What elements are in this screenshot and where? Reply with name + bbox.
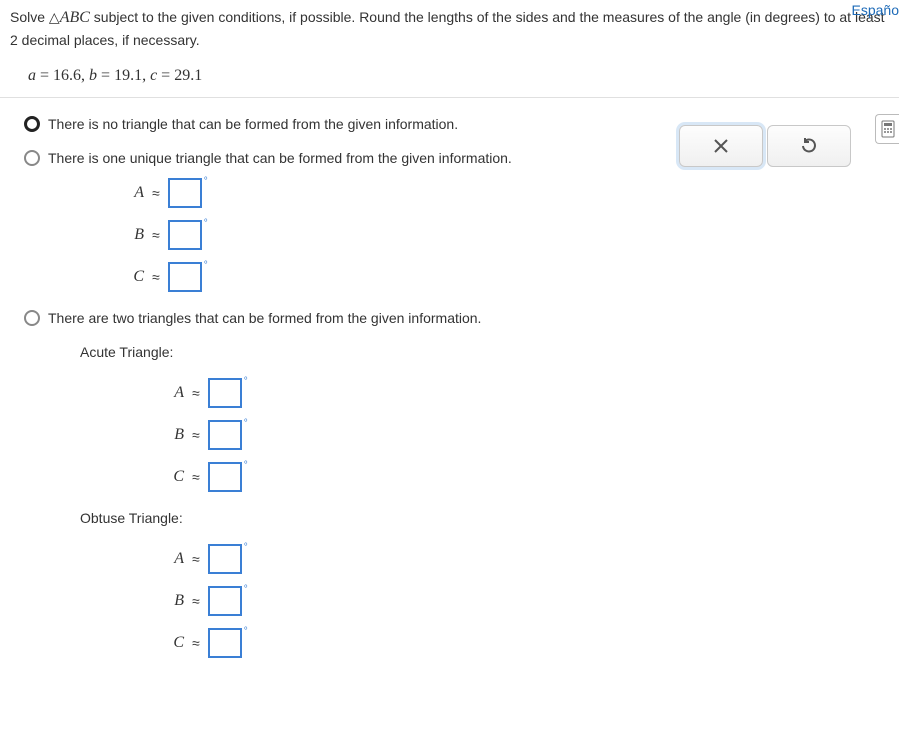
input-one-A[interactable]: [168, 178, 202, 208]
acute-C-row: C ≈ °: [170, 462, 879, 492]
degree-mark: °: [204, 260, 208, 271]
b-eq: =: [97, 67, 114, 84]
approx-symbol: ≈: [152, 269, 160, 285]
obtuse-heading: Obtuse Triangle:: [20, 492, 879, 532]
input-obtuse-A[interactable]: [208, 544, 242, 574]
b-label: b: [89, 67, 97, 84]
degree-mark: °: [204, 176, 208, 187]
reset-button[interactable]: [767, 125, 851, 167]
acute-B-row: B ≈ °: [170, 420, 879, 450]
approx-symbol: ≈: [152, 185, 160, 201]
a-label: a: [28, 67, 36, 84]
language-link[interactable]: Españo: [852, 2, 899, 18]
radio-no-triangle[interactable]: [24, 116, 40, 132]
acute-A-row: A ≈ °: [170, 378, 879, 408]
degree-mark: °: [244, 626, 248, 637]
input-obtuse-C[interactable]: [208, 628, 242, 658]
c-eq: =: [157, 67, 174, 84]
question-prompt: Solve △ABC subject to the given conditio…: [0, 0, 899, 61]
prompt-two: 2: [10, 32, 18, 48]
triangle-symbol: △: [49, 9, 60, 25]
input-obtuse-B[interactable]: [208, 586, 242, 616]
b-val: 19.1: [114, 67, 142, 84]
label-A: A: [170, 550, 184, 568]
calculator-tab[interactable]: [875, 114, 899, 144]
approx-symbol: ≈: [192, 469, 200, 485]
a-val: 16.6: [53, 67, 81, 84]
input-acute-B[interactable]: [208, 420, 242, 450]
calculator-icon: [881, 120, 895, 138]
acute-heading: Acute Triangle:: [20, 326, 879, 366]
label-C: C: [170, 468, 184, 486]
input-acute-A[interactable]: [208, 378, 242, 408]
input-acute-C[interactable]: [208, 462, 242, 492]
one-triangle-C-row: C ≈ °: [130, 262, 879, 292]
obtuse-B-row: B ≈ °: [170, 586, 879, 616]
reset-arrow-icon: [800, 137, 818, 155]
given-values: a = 16.6, b = 19.1, c = 29.1: [0, 61, 899, 97]
c-val: 29.1: [174, 67, 202, 84]
option-two-triangles-label: There are two triangles that can be form…: [48, 310, 481, 326]
label-B: B: [130, 226, 144, 244]
degree-mark: °: [244, 542, 248, 553]
label-A: A: [130, 184, 144, 202]
label-A: A: [170, 384, 184, 402]
degree-mark: °: [244, 418, 248, 429]
clear-x-icon: [713, 138, 729, 154]
prompt-text-3: decimal places, if necessary.: [18, 32, 200, 48]
option-one-triangle-label: There is one unique triangle that can be…: [48, 150, 512, 166]
option-no-triangle-label: There is no triangle that can be formed …: [48, 116, 458, 132]
a-eq: =: [36, 67, 53, 84]
abc-label: ABC: [60, 9, 90, 26]
prompt-text-1: Solve: [10, 9, 49, 25]
sep1: ,: [81, 67, 89, 84]
degree-mark: °: [244, 584, 248, 595]
option-two-triangles[interactable]: There are two triangles that can be form…: [20, 292, 879, 326]
radio-one-triangle[interactable]: [24, 150, 40, 166]
approx-symbol: ≈: [192, 385, 200, 401]
label-C: C: [170, 634, 184, 652]
approx-symbol: ≈: [192, 427, 200, 443]
approx-symbol: ≈: [192, 635, 200, 651]
approx-symbol: ≈: [192, 551, 200, 567]
input-one-B[interactable]: [168, 220, 202, 250]
label-B: B: [170, 426, 184, 444]
prompt-text-2: subject to the given conditions, if poss…: [90, 9, 885, 25]
degree-mark: °: [204, 218, 208, 229]
degree-mark: °: [244, 460, 248, 471]
approx-symbol: ≈: [192, 593, 200, 609]
one-triangle-A-row: A ≈ °: [130, 178, 879, 208]
obtuse-C-row: C ≈ °: [170, 628, 879, 658]
label-B: B: [170, 592, 184, 610]
label-C: C: [130, 268, 144, 286]
degree-mark: °: [244, 376, 248, 387]
obtuse-A-row: A ≈ °: [170, 544, 879, 574]
input-one-C[interactable]: [168, 262, 202, 292]
sep2: ,: [142, 67, 150, 84]
one-triangle-B-row: B ≈ °: [130, 220, 879, 250]
approx-symbol: ≈: [152, 227, 160, 243]
clear-button[interactable]: [679, 125, 763, 167]
radio-two-triangles[interactable]: [24, 310, 40, 326]
answer-toolbox: [679, 125, 851, 167]
